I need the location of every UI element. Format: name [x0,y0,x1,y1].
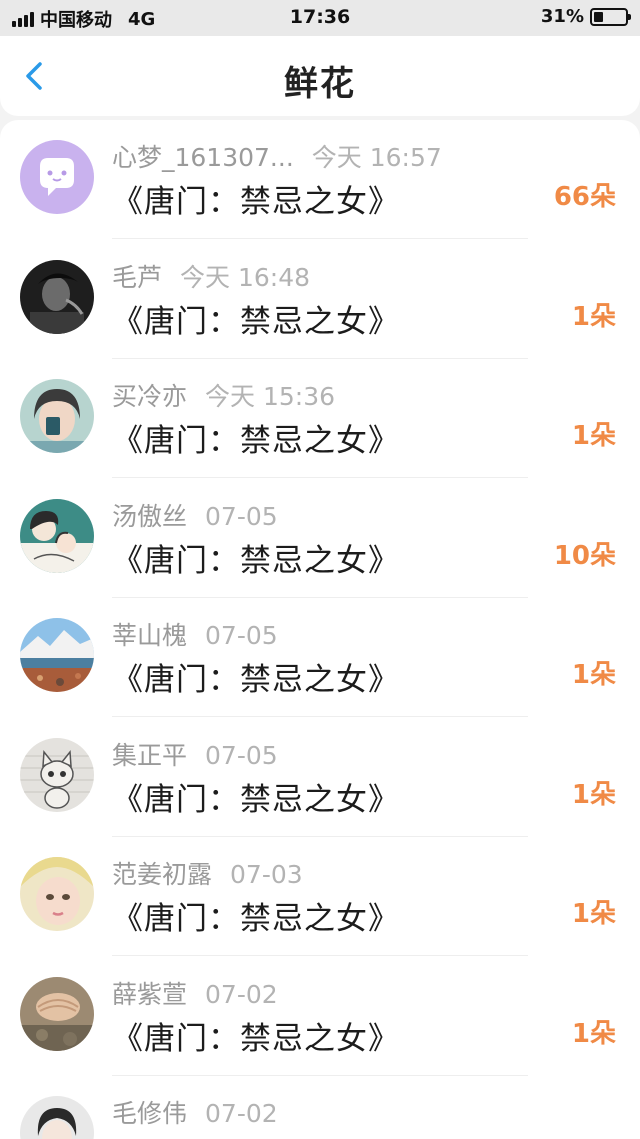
username[interactable]: 汤傲丝 [112,502,187,531]
page-title: 鲜花 [284,64,356,104]
book-title: 《唐门：禁忌之女》 [112,303,400,340]
book-title: 《唐门：禁忌之女》 [112,542,400,579]
avatar[interactable] [20,737,94,812]
timestamp: 07-05 [205,621,278,650]
timestamp: 07-03 [230,860,303,889]
item-meta: 莘山槐 07-05 [112,616,278,652]
list-item[interactable]: 买冷亦 今天 15:36 《唐门：禁忌之女》 1朵 [0,359,640,478]
username[interactable]: 范姜初露 [112,860,212,889]
username[interactable]: 莘山槐 [112,621,187,650]
username[interactable]: 毛修伟 [112,1099,187,1128]
flower-count: 66朵 [553,182,616,212]
list-item[interactable]: 集正平 07-05 《唐门：禁忌之女》 1朵 [0,718,640,837]
nav-bar: 鲜花 [0,36,640,116]
item-meta: 心梦_161307... 今天 16:57 [112,138,442,174]
status-bar: 中国移动 4G 17:36 31% [0,0,640,36]
list-item[interactable]: 心梦_161307... 今天 16:57 《唐门：禁忌之女》 66朵 [0,120,640,239]
avatar[interactable] [20,498,94,573]
flower-count: 1朵 [571,779,616,810]
list-item[interactable]: 薛紫萱 07-02 《唐门：禁忌之女》 1朵 [0,957,640,1076]
item-meta: 汤傲丝 07-05 [112,497,278,533]
username[interactable]: 毛芦 [112,263,162,292]
book-title: 《唐门：禁忌之女》 [112,901,400,937]
status-right: 31% [540,6,631,27]
list-item[interactable]: 汤傲丝 07-05 《唐门：禁忌之女》 10朵 [0,479,640,598]
flower-count: 1朵 [571,899,616,929]
book-title: 《唐门：禁忌之女》 [112,781,400,818]
item-meta: 薛紫萱 07-02 [112,975,278,1011]
flower-count: 1朵 [572,1132,616,1139]
book-title: 《唐门：禁忌之女》 [112,1132,400,1139]
avatar[interactable] [20,976,94,1051]
avatar[interactable] [20,259,94,334]
username[interactable]: 薛紫萱 [112,980,187,1009]
flower-list: 心梦_161307... 今天 16:57 《唐门：禁忌之女》 66朵 毛芦 今天 16:… [0,120,640,1139]
flower-count: 1朵 [571,301,616,332]
flower-count: 1朵 [571,421,616,451]
list-item[interactable]: 莘山槐 07-05 《唐门：禁忌之女》 1朵 [0,598,640,717]
book-title: 《唐门：禁忌之女》 [112,1020,400,1057]
list-item[interactable]: 毛芦 今天 16:48 《唐门：禁忌之女》 1朵 [0,240,640,359]
item-meta: 范姜初露 07-03 [112,855,303,891]
username[interactable]: 买冷亦 [112,382,187,411]
timestamp: 07-05 [205,740,278,770]
timestamp: 07-02 [205,979,278,1009]
flower-count: 1朵 [571,660,616,690]
username[interactable]: 心梦_161307... [112,143,294,172]
avatar[interactable] [20,379,94,453]
flower-count: 1朵 [571,1018,616,1049]
flower-count: 10朵 [553,540,616,571]
avatar[interactable] [20,618,94,692]
book-title: 《唐门：禁忌之女》 [112,423,400,459]
battery-percent: 31% [540,6,584,27]
timestamp: 今天 15:36 [205,382,336,411]
avatar[interactable] [20,857,94,931]
item-meta: 毛修伟 07-02 [112,1094,278,1130]
item-meta: 买冷亦 今天 15:36 [112,377,335,413]
book-title: 《唐门：禁忌之女》 [112,184,400,220]
item-meta: 毛芦 今天 16:48 [112,258,310,294]
battery-icon [590,7,631,26]
item-meta: 集正平 07-05 [112,736,278,772]
list-item[interactable]: 范姜初露 07-03 《唐门：禁忌之女》 1朵 [0,837,640,956]
avatar[interactable] [20,140,94,214]
battery-fill [594,11,604,22]
timestamp: 今天 16:48 [180,262,311,292]
list-item[interactable]: 毛修伟 07-02 《唐门：禁忌之女》 1朵 [0,1076,640,1139]
timestamp: 07-05 [205,501,278,531]
avatar[interactable] [20,1096,94,1139]
timestamp: 今天 16:57 [311,143,442,172]
timestamp: 07-02 [205,1099,278,1128]
username[interactable]: 集正平 [112,741,187,770]
book-title: 《唐门：禁忌之女》 [112,662,400,698]
